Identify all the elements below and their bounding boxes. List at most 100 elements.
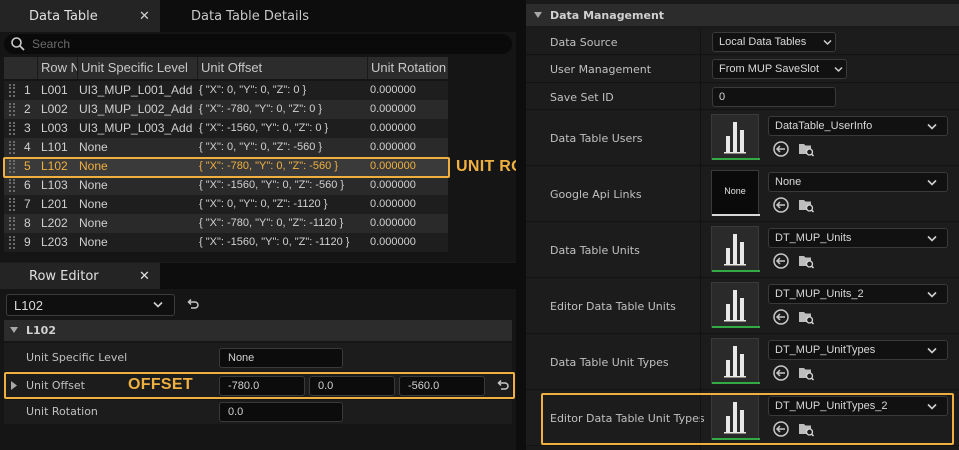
bar-chart-icon (724, 290, 746, 322)
close-icon[interactable]: ✕ (139, 269, 150, 284)
asset-picker-dropdown[interactable]: DT_MUP_Units (768, 228, 948, 248)
arrow-left-circle-icon (773, 365, 789, 381)
asset-type-bar (712, 326, 760, 328)
row-index: 3 (24, 121, 31, 135)
dropdown-value: DT_MUP_Units_2 (775, 288, 864, 300)
unit-offset-cell: { "X": -780, "Y": 0, "Z": 0 } (199, 103, 323, 115)
prop-label: Google Api Links (550, 188, 642, 201)
dropdown-value: From MUP SaveSlot (719, 63, 820, 75)
drag-handle-icon[interactable] (9, 198, 15, 211)
panel-splitter[interactable] (516, 0, 526, 450)
folder-search-icon (799, 312, 815, 325)
reset-icon[interactable] (186, 298, 200, 312)
prop-label: Editor Data Table Units (550, 300, 676, 313)
thumbnail-text: None (724, 186, 746, 196)
tab-label: Row Editor (29, 269, 99, 284)
unit-rotation-cell: 0.000000 (370, 236, 416, 248)
asset-picker-dropdown[interactable]: DT_MUP_UnitTypes (768, 340, 948, 360)
row-section-header[interactable]: L102 (4, 320, 512, 341)
unit-specific-level-cell: UI3_MUP_L003_Add (79, 121, 193, 135)
data-table-asset-thumbnail[interactable] (711, 338, 760, 384)
close-icon[interactable]: ✕ (139, 9, 150, 24)
prop-label: Save Set ID (550, 91, 614, 104)
table-row[interactable]: 8 L202 None { "X": -780, "Y": 0, "Z": -1120… (4, 214, 448, 233)
browse-to-asset-icon[interactable] (797, 196, 815, 214)
table-row[interactable]: 4 L101 None { "X": 0, "Y": 0, "Z": -560 } 0.… (4, 138, 448, 157)
collapse-arrow-icon (534, 12, 542, 18)
data-table-asset-thumbnail[interactable] (711, 282, 760, 328)
browse-to-asset-icon[interactable] (797, 364, 815, 382)
unit-offset-cell: { "X": 0, "Y": 0, "Z": -560 } (199, 141, 323, 153)
dropdown-value: None (775, 176, 802, 188)
drag-handle-icon[interactable] (9, 84, 15, 97)
unit-rotation-field[interactable]: 0.0 (219, 402, 343, 422)
browse-to-asset-icon[interactable] (797, 140, 815, 158)
unit-specific-level-field[interactable]: None (219, 348, 343, 368)
drag-handle-icon[interactable] (9, 179, 15, 192)
row-index: 7 (24, 197, 31, 211)
asset-picker-dropdown[interactable]: DT_MUP_Units_2 (768, 284, 948, 304)
drag-handle-icon[interactable] (9, 103, 15, 116)
use-selected-asset-icon[interactable] (772, 252, 790, 270)
use-selected-asset-icon[interactable] (772, 308, 790, 326)
section-title: L102 (26, 324, 56, 337)
row-name: L103 (41, 178, 68, 192)
chevron-down-icon (823, 39, 832, 46)
table-row[interactable]: 2 L002 UI3_MUP_L002_Add { "X": -780, "Y": 0… (4, 100, 448, 119)
drag-handle-icon[interactable] (9, 122, 15, 135)
unit-rotation-cell: 0.000000 (370, 179, 416, 191)
table-row[interactable]: 7 L201 None { "X": 0, "Y": 0, "Z": -1120 } 0… (4, 195, 448, 214)
column-header-unit-offset[interactable]: Unit Offset (197, 57, 367, 79)
chevron-down-icon (927, 235, 937, 242)
asset-thumbnail-empty[interactable]: None (711, 170, 760, 216)
drag-handle-icon[interactable] (9, 236, 15, 249)
data-table-asset-thumbnail[interactable] (711, 226, 760, 272)
column-header-unit-specific-level[interactable]: Unit Specific Level (77, 57, 197, 79)
row-select-dropdown[interactable]: L102 (6, 294, 175, 316)
table-row[interactable]: 6 L103 None { "X": -1560, "Y": 0, "Z": -560… (4, 176, 448, 195)
unit-rotation-cell: 0.000000 (370, 217, 416, 229)
unit-specific-level-cell: UI3_MUP_L002_Add (79, 102, 193, 116)
use-selected-asset-icon[interactable] (772, 140, 790, 158)
row-name: L202 (41, 216, 68, 230)
column-header-unit-rotation[interactable]: Unit Rotation (367, 57, 448, 79)
table-row[interactable]: 9 L203 None { "X": -1560, "Y": 0, "Z": -112… (4, 233, 448, 252)
folder-search-icon (799, 200, 815, 213)
unit-offset-cell: { "X": -1560, "Y": 0, "Z": -1120 } (199, 236, 350, 248)
unit-offset-cell: { "X": -780, "Y": 0, "Z": -1120 } (199, 217, 344, 229)
data-source-dropdown[interactable]: Local Data Tables (712, 32, 836, 52)
arrow-left-circle-icon (773, 197, 789, 213)
search-input[interactable] (32, 37, 492, 51)
table-row[interactable]: 1 L001 UI3_MUP_L001_Add { "X": 0, "Y": 0, "… (4, 81, 448, 100)
row-name: L201 (41, 197, 68, 211)
unit-rotation-cell: 0.000000 (370, 103, 416, 115)
browse-to-asset-icon[interactable] (797, 308, 815, 326)
editor-unit-types-highlight (541, 393, 954, 445)
unit-offset-cell: { "X": -1560, "Y": 0, "Z": 0 } (199, 122, 329, 134)
tab-data-table[interactable]: Data Table ✕ (0, 0, 160, 32)
user-management-dropdown[interactable]: From MUP SaveSlot (712, 59, 847, 79)
unit-specific-level-cell: None (79, 197, 108, 211)
unit-rotation-cell: 0.000000 (370, 84, 416, 96)
drag-handle-icon[interactable] (9, 217, 15, 230)
use-selected-asset-icon[interactable] (772, 364, 790, 382)
table-row[interactable]: 3 L003 UI3_MUP_L003_Add { "X": -1560, "Y": … (4, 119, 448, 138)
column-header-row-name[interactable]: Row N (37, 57, 77, 79)
unit-specific-level-cell: None (79, 235, 108, 249)
data-table-asset-thumbnail[interactable] (711, 114, 760, 160)
drag-handle-icon[interactable] (9, 141, 15, 154)
data-management-header[interactable]: Data Management (526, 4, 959, 26)
asset-type-bar (712, 382, 760, 384)
chevron-down-icon (927, 291, 937, 298)
asset-picker-dropdown[interactable]: None (768, 172, 948, 192)
row-name: L002 (41, 102, 68, 116)
save-set-id-field[interactable]: 0 (712, 87, 836, 107)
search-bar[interactable] (4, 34, 512, 54)
tab-data-table-details[interactable]: Data Table Details (160, 0, 360, 32)
arrow-left-circle-icon (773, 141, 789, 157)
unit-offset-cell: { "X": 0, "Y": 0, "Z": -1120 } (199, 198, 328, 210)
browse-to-asset-icon[interactable] (797, 252, 815, 270)
tab-row-editor[interactable]: Row Editor ✕ (0, 263, 160, 289)
asset-picker-dropdown[interactable]: DataTable_UserInfo (768, 116, 948, 136)
use-selected-asset-icon[interactable] (772, 196, 790, 214)
